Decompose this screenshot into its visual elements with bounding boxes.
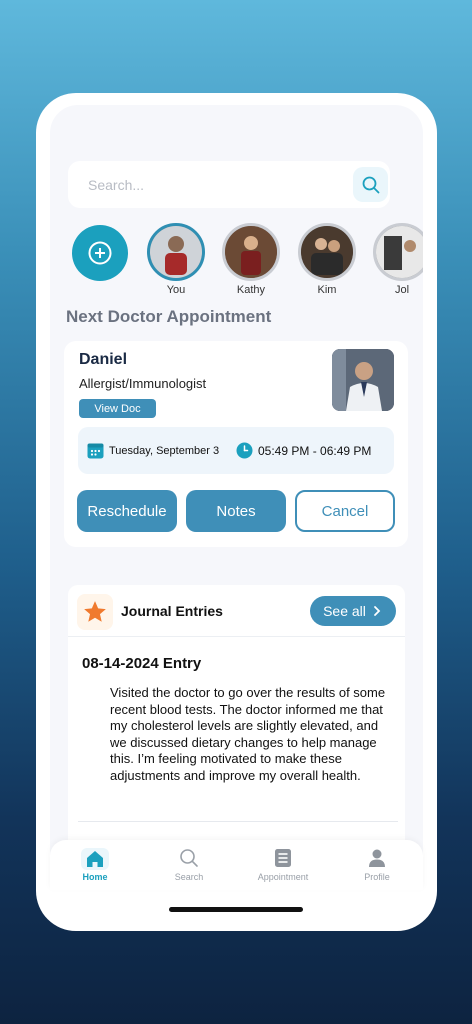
see-all-button[interactable]: See all: [310, 596, 396, 626]
profile-icon: [369, 849, 385, 867]
story-jol[interactable]: Jol: [372, 223, 423, 296]
time-text: 05:49 PM - 06:49 PM: [258, 443, 372, 458]
journal-title: Journal Entries: [121, 603, 223, 619]
story-kathy[interactable]: Kathy: [221, 223, 281, 296]
cancel-button[interactable]: Cancel: [295, 490, 395, 532]
avatar: [222, 223, 280, 281]
tab-label: Appointment: [257, 872, 309, 882]
search-input[interactable]: [88, 175, 328, 195]
doctor-photo: [332, 349, 394, 411]
tab-label: Search: [174, 872, 204, 882]
section-title: Next Doctor Appointment: [66, 307, 272, 326]
appointment-time: 05:49 PM - 06:49 PM: [236, 442, 371, 459]
story-name: Kathy: [236, 284, 266, 296]
calendar-icon: [87, 443, 104, 459]
appointment-datetime: Tuesday, September 3 05:49 PM - 06:49 PM: [78, 427, 394, 474]
tab-appointment[interactable]: Appointment: [248, 840, 318, 890]
avatar: [147, 223, 205, 281]
entry-body: Visited the doctor to go over the result…: [110, 685, 386, 783]
appointment-date: Tuesday, September 3: [87, 442, 219, 459]
document-icon: [275, 849, 291, 867]
story-name: Kim: [317, 284, 337, 296]
tab-profile[interactable]: Profile: [342, 840, 412, 890]
doctor-name: Daniel: [79, 351, 128, 368]
tab-label: Home: [82, 872, 108, 882]
search-icon: [362, 176, 379, 193]
doctor-specialty: Allergist/Immunologist: [79, 376, 207, 391]
see-all-label: See all: [323, 603, 366, 619]
search-icon: [180, 849, 198, 867]
star-icon: [84, 601, 106, 622]
appointment-actions: Reschedule Notes Cancel: [77, 490, 395, 532]
plus-circle-icon: [88, 241, 112, 265]
bottom-tab-bar: Home Search Appointment Profile: [50, 840, 423, 890]
story-you[interactable]: You: [146, 223, 206, 296]
add-story-button[interactable]: [72, 225, 128, 281]
entry-title: 08-14-2024 Entry: [82, 655, 202, 672]
appointment-card: Daniel Allergist/Immunologist View Doc T…: [64, 341, 408, 547]
divider: [78, 821, 398, 822]
story-name: You: [166, 284, 186, 296]
clock-icon: [236, 442, 253, 459]
avatar: [298, 223, 356, 281]
stories-row: You Kathy Kim Jol: [50, 223, 423, 303]
phone-frame: You Kathy Kim Jol Next Do: [36, 93, 437, 931]
reschedule-button[interactable]: Reschedule: [77, 490, 177, 532]
notes-button[interactable]: Notes: [186, 490, 286, 532]
home-indicator: [169, 907, 303, 912]
story-kim[interactable]: Kim: [297, 223, 357, 296]
star-badge: [77, 594, 113, 630]
journal-header: Journal Entries See all: [68, 585, 405, 637]
app-screen: You Kathy Kim Jol Next Do: [50, 105, 423, 885]
tab-label: Profile: [364, 872, 390, 882]
avatar: [373, 223, 423, 281]
search-button[interactable]: [353, 167, 388, 202]
search-bar: [68, 161, 390, 208]
tab-home[interactable]: Home: [60, 840, 130, 890]
home-icon: [87, 851, 103, 867]
story-name: Jol: [394, 284, 410, 296]
view-doc-button[interactable]: View Doc: [79, 399, 156, 418]
tab-search[interactable]: Search: [154, 840, 224, 890]
chevron-right-icon: [374, 606, 381, 616]
date-text: Tuesday, September 3: [109, 444, 220, 457]
